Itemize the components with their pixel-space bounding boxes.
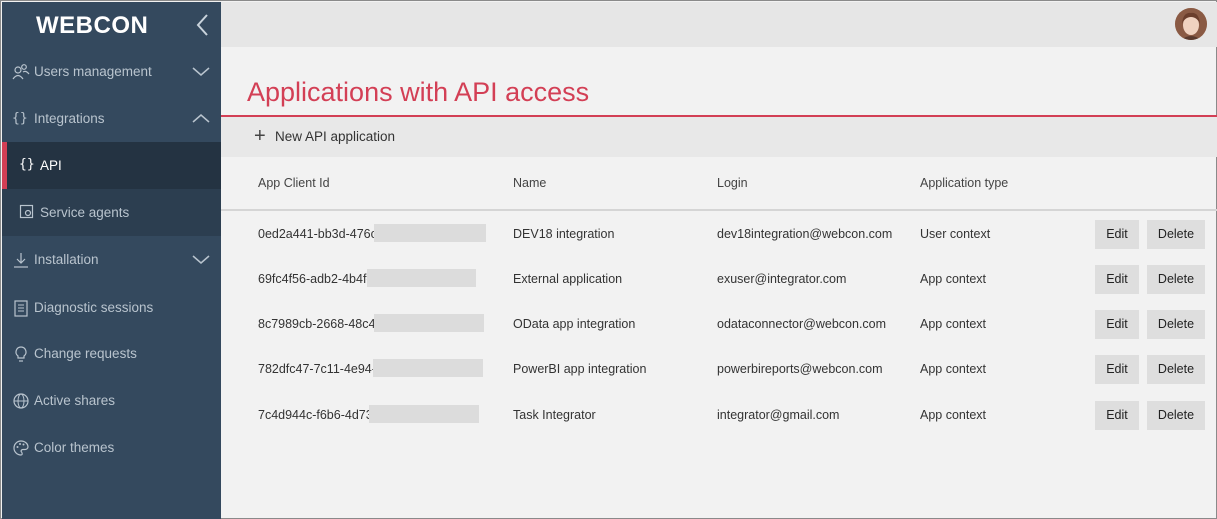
column-header-app-client-id[interactable]: App Client Id	[258, 176, 330, 190]
table-row: 69fc4f56-adb2-4b4f- External application…	[221, 256, 1217, 301]
edit-button[interactable]: Edit	[1095, 310, 1139, 339]
braces-icon: {}	[19, 157, 35, 172]
sidebar-item-users-management[interactable]: Users management	[2, 49, 221, 95]
name-cell: PowerBI app integration	[513, 362, 647, 376]
name-cell: Task Integrator	[513, 408, 596, 422]
sidebar-item-label: Service agents	[40, 205, 130, 220]
login-cell: dev18integration@webcon.com	[717, 227, 893, 241]
table-row: 7c4d944c-f6b6-4d73 Task Integrator integ…	[221, 392, 1217, 437]
table-row: 782dfc47-7c11-4e94- PowerBI app integrat…	[221, 346, 1217, 391]
sidebar-item-label: Diagnostic sessions	[34, 300, 154, 315]
chevron-left-icon	[196, 14, 208, 36]
users-icon	[12, 63, 30, 81]
page-title: Applications with API access	[247, 77, 590, 107]
type-cell: App context	[920, 317, 987, 331]
sidebar-item-change-requests[interactable]: Change requests	[2, 331, 221, 377]
top-bar	[221, 2, 1217, 47]
delete-button[interactable]: Delete	[1147, 401, 1205, 430]
delete-button[interactable]: Delete	[1147, 220, 1205, 249]
login-cell: odataconnector@webcon.com	[717, 317, 887, 331]
name-cell: OData app integration	[513, 317, 636, 331]
integrations-submenu: {} API Service agents	[2, 142, 221, 236]
edit-button[interactable]: Edit	[1095, 220, 1139, 249]
client-id-cell: 8c7989cb-2668-48c4-	[258, 317, 380, 331]
sidebar-item-diagnostic-sessions[interactable]: Diagnostic sessions	[2, 285, 221, 331]
sidebar-item-integrations[interactable]: {} Integrations	[2, 96, 221, 142]
globe-icon	[12, 392, 30, 410]
redacted-mask	[373, 359, 483, 377]
client-id-cell: 69fc4f56-adb2-4b4f-	[258, 272, 371, 286]
logo-bar: WEBCON	[2, 2, 221, 47]
redacted-mask	[374, 314, 484, 332]
login-cell: powerbireports@webcon.com	[717, 362, 883, 376]
redacted-mask	[367, 269, 476, 287]
sidebar-item-service-agents[interactable]: Service agents	[2, 189, 221, 236]
sidebar-item-active-shares[interactable]: Active shares	[2, 378, 221, 424]
app-window: WEBCON Users management {} Integrations	[0, 0, 1217, 519]
sidebar-item-label: Active shares	[34, 393, 116, 408]
type-cell: App context	[920, 362, 987, 376]
client-id-cell: 7c4d944c-f6b6-4d73	[258, 408, 373, 422]
logo-text: WEBCON	[36, 12, 149, 39]
type-cell: App context	[920, 408, 987, 422]
name-cell: External application	[513, 272, 623, 286]
collapse-sidebar-button[interactable]	[192, 12, 214, 38]
sidebar-item-api[interactable]: {} API	[2, 142, 221, 189]
new-api-application-label: New API application	[275, 129, 396, 144]
column-header-name[interactable]: Name	[513, 176, 546, 190]
palette-icon	[12, 439, 30, 457]
edit-button[interactable]: Edit	[1095, 355, 1139, 384]
column-header-application-type[interactable]: Application type	[920, 176, 1008, 190]
login-cell: exuser@integrator.com	[717, 272, 847, 286]
braces-icon: {}	[12, 111, 28, 126]
sidebar-item-label: Change requests	[34, 346, 137, 361]
download-icon	[12, 251, 30, 269]
type-cell: User context	[920, 227, 991, 241]
logo: WEBCON	[36, 12, 148, 40]
clipboard-icon	[12, 299, 30, 317]
avatar-icon	[1175, 8, 1207, 40]
sidebar-item-label: Installation	[34, 252, 99, 267]
plus-icon: +	[254, 125, 266, 147]
sidebar-item-color-themes[interactable]: Color themes	[2, 425, 221, 471]
lightbulb-icon	[12, 345, 30, 363]
edit-button[interactable]: Edit	[1095, 401, 1139, 430]
user-avatar[interactable]	[1175, 8, 1207, 40]
agent-icon	[19, 204, 35, 224]
login-cell: integrator@gmail.com	[717, 408, 840, 422]
delete-button[interactable]: Delete	[1147, 265, 1205, 294]
client-id-cell: 0ed2a441-bb3d-476c	[258, 227, 377, 241]
redacted-mask	[369, 405, 479, 423]
sidebar-item-label: Color themes	[34, 440, 115, 455]
sidebar-item-installation[interactable]: Installation	[2, 237, 221, 283]
sidebar-item-label: API	[40, 158, 62, 173]
sidebar: WEBCON Users management {} Integrations	[2, 2, 221, 519]
column-header-login[interactable]: Login	[717, 176, 748, 190]
client-id-cell: 782dfc47-7c11-4e94-	[258, 362, 376, 376]
chevron-down-icon	[192, 63, 210, 81]
sidebar-item-label: Users management	[34, 64, 152, 79]
table-row: 8c7989cb-2668-48c4- OData app integratio…	[221, 301, 1217, 346]
delete-button[interactable]: Delete	[1147, 355, 1205, 384]
table-row: 0ed2a441-bb3d-476c DEV18 integration dev…	[221, 211, 1217, 256]
chevron-down-icon	[192, 251, 210, 269]
sidebar-item-label: Integrations	[34, 111, 105, 126]
type-cell: App context	[920, 272, 987, 286]
name-cell: DEV18 integration	[513, 227, 615, 241]
delete-button[interactable]: Delete	[1147, 310, 1205, 339]
chevron-up-icon	[192, 110, 210, 128]
redacted-mask	[374, 224, 486, 242]
edit-button[interactable]: Edit	[1095, 265, 1139, 294]
